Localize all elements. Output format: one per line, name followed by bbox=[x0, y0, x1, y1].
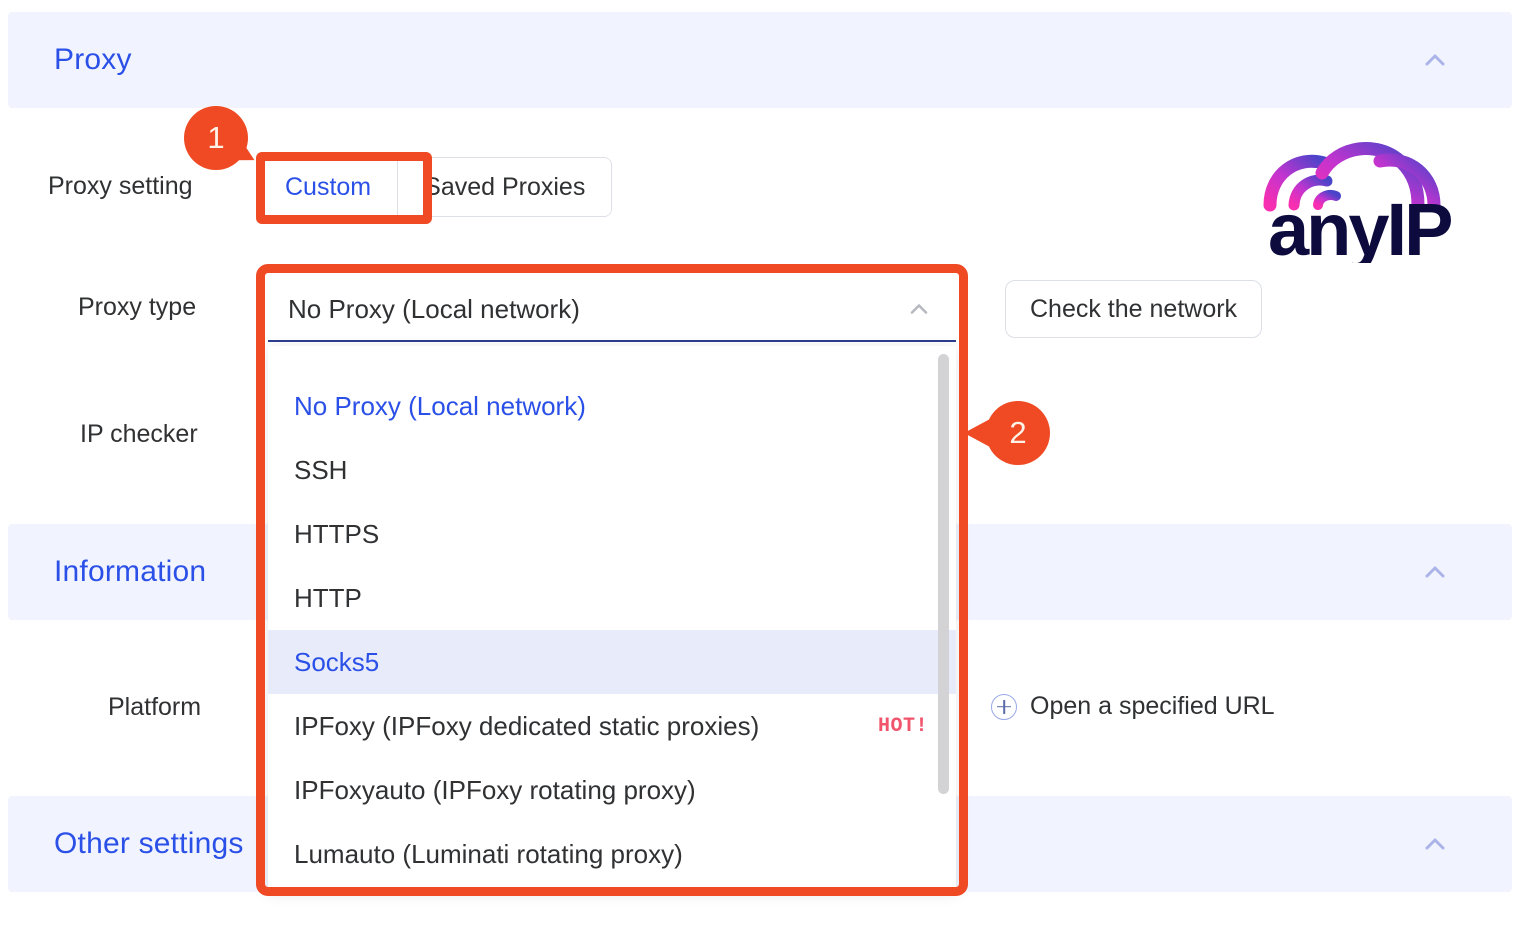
dropdown-option-http[interactable]: HTTP bbox=[268, 566, 956, 630]
dropdown-option-ssh[interactable]: SSH bbox=[268, 438, 956, 502]
proxy-setting-segmented-control: Custom Saved Proxies bbox=[258, 157, 613, 217]
dropdown-option-ipfoxy[interactable]: IPFoxy (IPFoxy dedicated static proxies)… bbox=[268, 694, 956, 758]
tab-custom[interactable]: Custom bbox=[259, 158, 398, 216]
hot-badge: HOT! bbox=[877, 714, 928, 738]
chevron-up-icon[interactable] bbox=[1420, 45, 1450, 75]
dropdown-option-https[interactable]: HTTPS bbox=[268, 502, 956, 566]
dropdown-option-label: IPFoxy (IPFoxy dedicated static proxies) bbox=[294, 710, 760, 741]
dropdown-option-no-proxy[interactable]: No Proxy (Local network) bbox=[268, 374, 956, 438]
section-header-proxy[interactable]: Proxy bbox=[8, 12, 1512, 108]
label-platform: Platform bbox=[108, 693, 202, 721]
dropdown-option-ipfoxyauto[interactable]: IPFoxyauto (IPFoxy rotating proxy) bbox=[268, 758, 956, 822]
label-ip-checker: IP checker bbox=[80, 420, 198, 448]
chevron-up-icon[interactable] bbox=[1420, 829, 1450, 859]
proxy-type-select-value: No Proxy (Local network) bbox=[288, 293, 580, 324]
annotation-marker-2: 2 bbox=[964, 401, 1050, 465]
annotation-marker-1: 1 bbox=[184, 106, 248, 170]
dropdown-option-socks5[interactable]: Socks5 bbox=[268, 630, 956, 694]
tab-saved-proxies[interactable]: Saved Proxies bbox=[397, 158, 612, 216]
dropdown-scrollbar[interactable] bbox=[938, 354, 949, 874]
open-specified-url-label: Open a specified URL bbox=[1030, 692, 1275, 720]
chevron-up-icon[interactable] bbox=[1420, 557, 1450, 587]
anyip-logo: anyIP bbox=[1262, 133, 1487, 263]
section-title-information: Information bbox=[54, 555, 207, 588]
anyip-wordmark: anyIP bbox=[1268, 188, 1451, 263]
dropdown-option-label: HTTP bbox=[294, 582, 362, 613]
chevron-up-icon[interactable] bbox=[906, 296, 932, 322]
dropdown-option-lumauto[interactable]: Lumauto (Luminati rotating proxy) bbox=[268, 822, 956, 886]
dropdown-option-label: No Proxy (Local network) bbox=[294, 390, 586, 421]
section-title-other-settings: Other settings bbox=[54, 827, 244, 860]
label-proxy-setting: Proxy setting bbox=[48, 172, 193, 200]
dropdown-scrollbar-thumb[interactable] bbox=[938, 354, 949, 794]
dropdown-option-label: Socks5 bbox=[294, 646, 380, 677]
dropdown-option-label: SSH bbox=[294, 454, 348, 485]
plus-circle-icon bbox=[991, 693, 1017, 720]
settings-page: Proxy Information Other settings Proxy s… bbox=[0, 0, 1537, 937]
dropdown-option-label: HTTPS bbox=[294, 518, 380, 549]
proxy-type-select[interactable]: No Proxy (Local network) bbox=[268, 278, 956, 342]
proxy-type-dropdown: No Proxy (Local network) SSH HTTPS HTTP … bbox=[268, 346, 956, 892]
label-proxy-type: Proxy type bbox=[78, 293, 197, 321]
dropdown-option-label: Lumauto (Luminati rotating proxy) bbox=[294, 838, 683, 869]
check-the-network-button[interactable]: Check the network bbox=[1005, 280, 1263, 338]
section-title-proxy: Proxy bbox=[54, 43, 132, 76]
dropdown-option-label: IPFoxyauto (IPFoxy rotating proxy) bbox=[294, 774, 696, 805]
open-specified-url-button[interactable]: Open a specified URL bbox=[991, 692, 1275, 721]
